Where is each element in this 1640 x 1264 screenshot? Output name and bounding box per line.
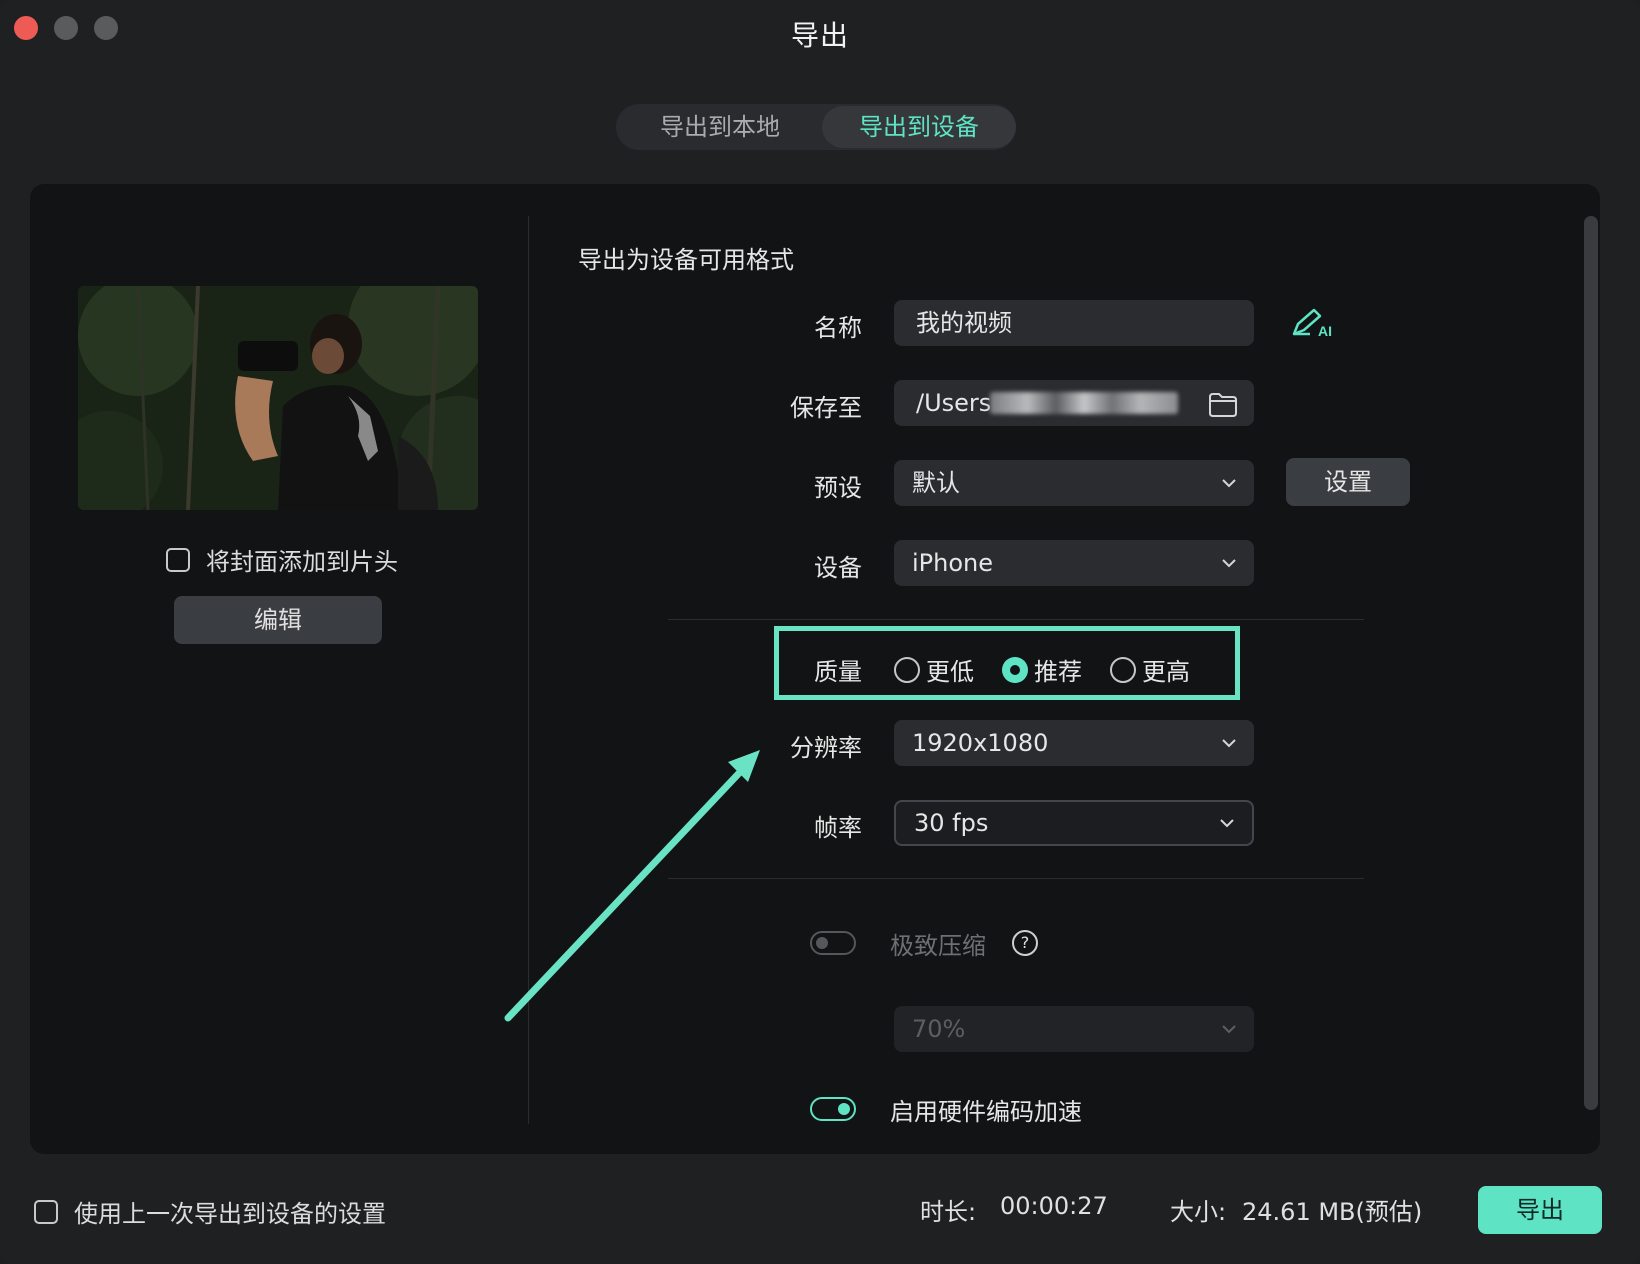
save-path-field[interactable]: /Users: [894, 380, 1254, 426]
duration-label: 时长:: [920, 1198, 977, 1226]
hw-accel-toggle[interactable]: [810, 1097, 856, 1121]
size-value: 24.61 MB(预估): [1242, 1198, 1423, 1226]
window-title: 导出: [790, 19, 849, 52]
duration-value: 00:00:27: [1000, 1192, 1108, 1220]
chevron-down-icon: [1220, 1006, 1238, 1067]
compression-toggle[interactable]: [810, 931, 856, 955]
use-last-settings-label: 使用上一次导出到设备的设置: [74, 1200, 386, 1228]
chevron-down-icon: [1220, 720, 1238, 781]
tab-export-device[interactable]: 导出到设备: [822, 106, 1016, 148]
preset-settings-button[interactable]: 设置: [1286, 458, 1410, 506]
hw-accel-label: 启用硬件编码加速: [890, 1098, 1082, 1126]
scrollbar[interactable]: [1584, 216, 1598, 1110]
chevron-down-icon: [1220, 460, 1238, 521]
name-label: 名称: [814, 314, 862, 342]
radio-higher[interactable]: [1110, 656, 1136, 683]
device-value: iPhone: [912, 549, 994, 577]
preset-label: 预设: [814, 474, 862, 502]
framerate-select[interactable]: 30 fps: [894, 800, 1254, 846]
resolution-select[interactable]: 1920x1080: [894, 720, 1254, 766]
use-last-settings-checkbox[interactable]: [34, 1199, 58, 1224]
ai-pen-icon[interactable]: AI: [1290, 306, 1336, 344]
divider: [668, 878, 1364, 879]
quality-radio-group: 更低 推荐 更高: [894, 652, 1218, 687]
quality-option-recommended-label: 推荐: [1034, 658, 1082, 686]
export-tabs: 导出到本地 导出到设备: [616, 104, 1016, 150]
name-value: 我的视频: [916, 309, 1012, 337]
quality-label: 质量: [814, 658, 862, 686]
video-thumbnail: [78, 286, 478, 510]
cover-checkbox-label: 将封面添加到片头: [206, 548, 398, 576]
redacted-path: [990, 392, 1178, 414]
device-select[interactable]: iPhone: [894, 540, 1254, 586]
use-last-settings-row[interactable]: 使用上一次导出到设备的设置: [34, 1194, 386, 1229]
size-label: 大小:: [1170, 1198, 1227, 1226]
cover-checkbox-row[interactable]: 将封面添加到片头: [166, 542, 398, 577]
export-button[interactable]: 导出: [1478, 1186, 1602, 1234]
quality-option-recommended[interactable]: 推荐: [1002, 652, 1082, 687]
save-to-label: 保存至: [790, 394, 862, 422]
compression-percent-select: 70%: [894, 1006, 1254, 1052]
svg-text:AI: AI: [1318, 323, 1332, 339]
panel-divider: [528, 216, 529, 1124]
preset-select[interactable]: 默认: [894, 460, 1254, 506]
device-label: 设备: [814, 554, 862, 582]
quality-option-higher[interactable]: 更高: [1110, 652, 1190, 687]
compression-percent-value: 70%: [912, 1015, 966, 1043]
export-dialog: 导出 导出到本地 导出到设备 将封面添加到片头 编辑 导出为设备可用格式 名称 …: [0, 0, 1640, 1264]
chevron-down-icon: [1218, 802, 1236, 857]
help-icon[interactable]: ?: [1012, 930, 1038, 956]
quality-option-lower[interactable]: 更低: [894, 652, 974, 687]
divider: [668, 619, 1364, 620]
resolution-label: 分辨率: [790, 734, 862, 762]
tab-export-local[interactable]: 导出到本地: [618, 106, 822, 148]
save-path-value: /Users: [916, 389, 992, 417]
chevron-down-icon: [1220, 540, 1238, 601]
compression-label: 极致压缩: [890, 932, 986, 960]
radio-lower[interactable]: [894, 656, 920, 683]
framerate-value: 30 fps: [914, 809, 989, 837]
quality-option-higher-label: 更高: [1142, 658, 1190, 686]
framerate-label: 帧率: [814, 814, 862, 842]
name-input[interactable]: 我的视频: [894, 300, 1254, 346]
preset-value: 默认: [912, 469, 960, 497]
quality-option-lower-label: 更低: [926, 658, 974, 686]
folder-icon[interactable]: [1208, 388, 1238, 434]
section-title: 导出为设备可用格式: [578, 246, 794, 274]
radio-recommended[interactable]: [1002, 656, 1028, 683]
resolution-value: 1920x1080: [912, 729, 1049, 757]
cover-checkbox[interactable]: [166, 547, 190, 572]
edit-button[interactable]: 编辑: [174, 596, 382, 644]
